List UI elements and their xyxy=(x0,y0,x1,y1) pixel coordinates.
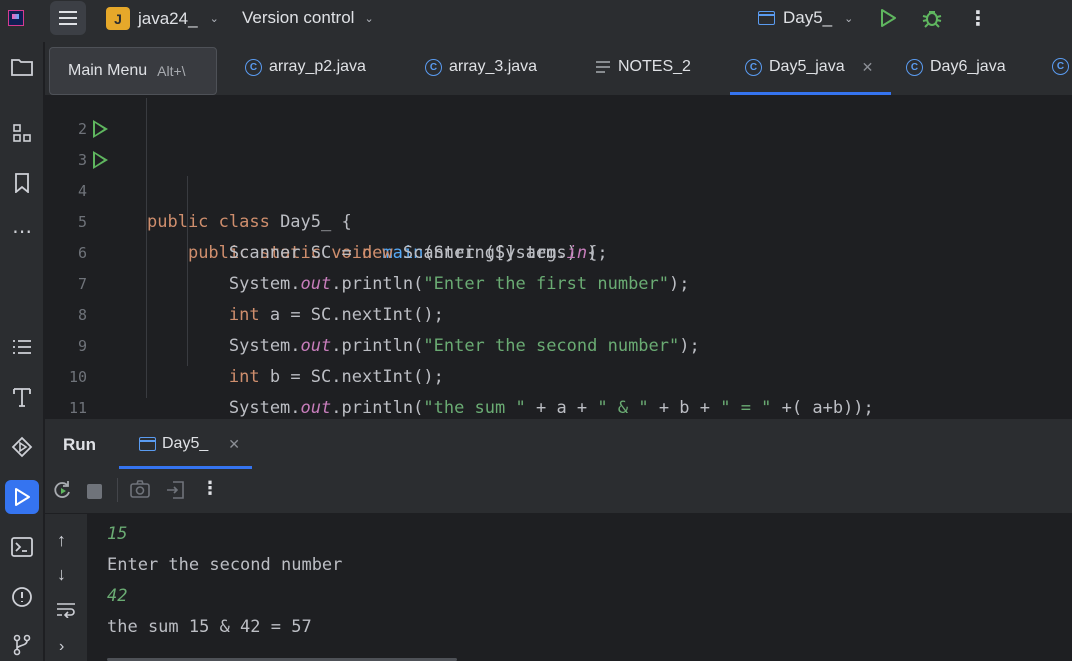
tooltip-shortcut: Alt+\ xyxy=(157,63,186,79)
tab-label: Day5_java xyxy=(769,58,845,75)
structure-icon[interactable] xyxy=(5,116,39,150)
run-icon[interactable] xyxy=(878,8,898,28)
vcs-label: Version control xyxy=(242,8,355,27)
git-branch-icon[interactable] xyxy=(5,628,39,661)
tab-array-p2[interactable]: C array_p2.java xyxy=(245,58,366,76)
run-gutter-icon[interactable] xyxy=(93,120,108,138)
soft-wrap-icon[interactable] xyxy=(56,602,76,618)
code-line: 10 System.out.println("the sum " + a + "… xyxy=(45,331,1072,418)
run-gutter-icon[interactable] xyxy=(93,151,108,169)
application-icon xyxy=(139,437,156,451)
chevron-down-icon: ⌄ xyxy=(209,13,219,25)
console-side-toolbar: ↑ ↓ › xyxy=(45,514,87,661)
chevron-right-icon[interactable]: › xyxy=(59,638,64,656)
run-config-selector[interactable]: Day5_ ⌄ xyxy=(758,8,853,28)
console-line-input: 42 xyxy=(107,586,128,606)
tab-label: Day6_java xyxy=(930,58,1006,75)
code-line: 7 int a = SC.nextInt(); xyxy=(45,238,1072,325)
bookmark-icon[interactable] xyxy=(5,166,39,200)
tab-label: array_3.java xyxy=(449,58,538,75)
code-line: 5 Scanner SC = new Scanner (System.in); xyxy=(45,176,1072,263)
left-tool-strip: ⋯ xyxy=(0,42,44,661)
rerun-icon[interactable] xyxy=(53,480,73,500)
tab-label: NOTES_2 xyxy=(618,58,691,75)
terminal-icon[interactable] xyxy=(5,530,39,564)
code-line: 3 public class Day5_ { xyxy=(45,114,1072,232)
more-options-icon[interactable]: ⋮ xyxy=(201,478,219,499)
close-icon[interactable]: ✕ xyxy=(228,436,240,453)
toolbar-divider xyxy=(117,478,118,502)
tab-notes-2[interactable]: NOTES_2 xyxy=(595,58,691,76)
chevron-down-icon: ⌄ xyxy=(364,12,374,25)
run-panel-header: Run Day5_ ✕ xyxy=(45,418,1072,470)
code-line: 9 int b = SC.nextInt(); xyxy=(45,300,1072,387)
code-line: 12 } xyxy=(45,393,1072,418)
text-file-icon xyxy=(596,61,610,73)
code-editor[interactable]: 2 3 public class Day5_ { 4 public static… xyxy=(45,96,1072,418)
main-menu-tooltip: Main Menu Alt+\ xyxy=(49,47,217,95)
application-icon xyxy=(758,11,775,25)
chevron-down-icon: ⌄ xyxy=(844,12,854,25)
arrow-down-icon[interactable]: ↓ xyxy=(57,564,66,585)
title-bar: J java24_ ⌄ Version control ⌄ Day5_ ⌄ ⋮ xyxy=(0,0,1072,42)
code-line: 11 } xyxy=(45,362,1072,417)
debug-icon[interactable] xyxy=(921,7,943,29)
exit-icon[interactable] xyxy=(165,480,185,500)
tab-day6-java[interactable]: C Day6_java xyxy=(906,58,1006,76)
version-control-menu[interactable]: Version control ⌄ xyxy=(242,8,374,28)
code-line: 4 public static void main(String[] args)… xyxy=(45,145,1072,263)
intellij-logo-icon xyxy=(8,10,24,26)
java-class-icon: C xyxy=(745,58,762,76)
java-class-icon: C xyxy=(425,58,442,76)
run-toolbar: ⋮ xyxy=(45,470,1072,514)
run-config-name: Day5_ xyxy=(783,8,833,27)
console-line-input: 15 xyxy=(107,524,128,544)
code-line: 2 xyxy=(45,96,1072,138)
close-icon[interactable]: ✕ xyxy=(862,59,874,76)
tab-label: array_p2.java xyxy=(269,58,366,75)
tab-overflow[interactable]: C xyxy=(1052,58,1069,75)
project-name: java24_ xyxy=(138,8,198,28)
console-line-output: Enter the second number xyxy=(107,555,343,575)
main-menu-button[interactable] xyxy=(50,1,86,35)
project-badge: J xyxy=(106,7,130,30)
folder-icon[interactable] xyxy=(5,50,39,84)
active-tab-indicator xyxy=(730,92,891,95)
code-line: 8 System.out.println("Enter the second n… xyxy=(45,269,1072,356)
run-tab-label: Day5_ xyxy=(162,435,209,452)
code-line: 6 System.out.println("Enter the first nu… xyxy=(45,207,1072,294)
java-class-icon: C xyxy=(906,58,923,76)
java-class-icon: C xyxy=(245,58,262,76)
more-tools-icon[interactable]: ⋯ xyxy=(5,214,39,248)
run-tool-icon[interactable] xyxy=(5,480,39,514)
console-output[interactable]: 15 Enter the second number 42 the sum 15… xyxy=(87,514,1072,661)
build-hammer-icon[interactable] xyxy=(5,380,39,414)
java-class-icon: C xyxy=(1052,58,1069,75)
tooltip-label: Main Menu xyxy=(68,62,148,79)
console-line-output: the sum 15 & 42 = 57 xyxy=(107,617,312,637)
problems-icon[interactable] xyxy=(5,580,39,614)
more-options-icon[interactable]: ⋮ xyxy=(968,6,988,31)
tab-array-3[interactable]: C array_3.java xyxy=(425,58,537,76)
services-icon[interactable] xyxy=(5,430,39,464)
todo-list-icon[interactable] xyxy=(5,330,39,364)
run-panel-title: Run xyxy=(63,435,97,454)
run-tab-day5[interactable]: Day5_ ✕ xyxy=(139,435,240,453)
project-selector[interactable]: J java24_ ⌄ xyxy=(106,7,219,30)
arrow-up-icon[interactable]: ↑ xyxy=(57,530,66,551)
stop-icon[interactable] xyxy=(87,484,102,499)
active-tab-indicator xyxy=(119,466,252,469)
tab-day5-java[interactable]: C Day5_java ✕ xyxy=(745,58,873,76)
camera-icon[interactable] xyxy=(130,480,150,498)
